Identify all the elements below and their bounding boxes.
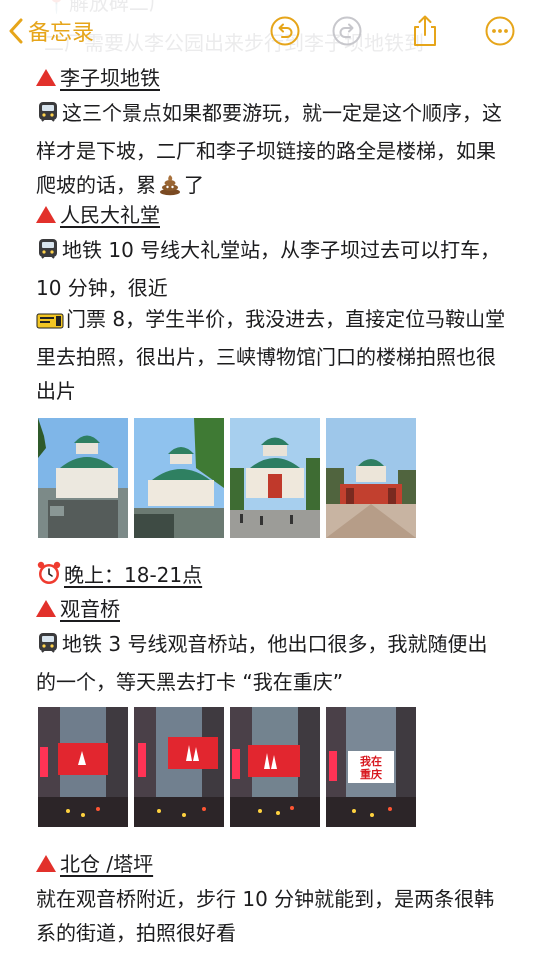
- share-icon: [414, 15, 436, 46]
- great-hall-photo-3[interactable]: [230, 418, 320, 538]
- heading-liziba: 李子坝地铁: [36, 64, 160, 92]
- red-triangle-icon: [36, 206, 56, 223]
- scrolled-line-1: 📍解放碑二厂: [44, 0, 169, 15]
- red-triangle-icon: [36, 69, 56, 86]
- heading-renmin-text: 人民大礼堂: [60, 203, 160, 227]
- more-button[interactable]: [483, 14, 517, 48]
- metro-train-icon: [36, 100, 60, 134]
- heading-evening-text: 晚上：18-21点: [64, 563, 203, 587]
- paragraph-renmin-ticket-text: 门票 8，学生半价，我没进去，直接定位马鞍山堂里去拍照，很出片，三峡博物馆门口的…: [36, 307, 506, 403]
- red-triangle-icon: [36, 600, 56, 617]
- redo-button[interactable]: [330, 14, 364, 48]
- paragraph-guanyin-text: 地铁 3 号线观音桥站，他出口很多，我就随便出的一个，等天黑去打卡 “我在重庆”: [36, 632, 488, 694]
- paragraph-liziba-end: 了: [184, 173, 204, 197]
- heading-guanyin-text: 观音桥: [60, 597, 120, 621]
- heading-liziba-text: 李子坝地铁: [60, 66, 160, 90]
- paragraph-renmin-ticket: 门票 8，学生半价，我没进去，直接定位马鞍山堂里去拍照，很出片，三峡博物馆门口的…: [36, 302, 506, 408]
- more-icon: [485, 16, 515, 46]
- red-triangle-icon: [36, 855, 56, 872]
- back-button[interactable]: 备忘录: [8, 14, 94, 48]
- heading-guanyin: 观音桥: [36, 595, 120, 623]
- heading-renmin: 人民大礼堂: [36, 201, 160, 229]
- guanyinqiao-photo-4[interactable]: 我在 重庆: [326, 707, 416, 827]
- ticket-icon: [36, 306, 64, 340]
- heading-evening: 晚上：18-21点: [36, 560, 202, 593]
- poop-icon: [158, 172, 182, 206]
- great-hall-photo-2[interactable]: [134, 418, 224, 538]
- billboard-text-line-2: 重庆: [360, 767, 382, 781]
- scrolled-line-2: 二厂需要从李公园出来步行到李子坝地铁到: [44, 31, 424, 55]
- paragraph-renmin-transport-text: 地铁 10 号线大礼堂站，从李子坝过去可以打车，10 分钟，很近: [36, 238, 501, 300]
- metro-train-icon: [36, 237, 60, 271]
- redo-icon: [332, 16, 362, 46]
- paragraph-beicang-text: 就在观音桥附近，步行 10 分钟就能到，是两条很韩系的街道，拍照很好看: [36, 887, 495, 945]
- guanyinqiao-photo-1[interactable]: [38, 707, 128, 827]
- great-hall-photo-1[interactable]: [38, 418, 128, 538]
- undo-icon: [270, 16, 300, 46]
- paragraph-liziba: 这三个景点如果都要游玩，就一定是这个顺序，这样才是下坡，二厂和李子坝链接的路全是…: [36, 96, 506, 206]
- paragraph-liziba-text: 这三个景点如果都要游玩，就一定是这个顺序，这样才是下坡，二厂和李子坝链接的路全是…: [36, 101, 502, 197]
- heading-beicang: 北仓 /塔坪: [36, 850, 153, 878]
- paragraph-beicang: 就在观音桥附近，步行 10 分钟就能到，是两条很韩系的街道，拍照很好看: [36, 882, 506, 950]
- metro-train-icon: [36, 631, 60, 665]
- heading-beicang-text: 北仓 /塔坪: [60, 852, 154, 876]
- photo-row-great-hall: [38, 418, 416, 538]
- chevron-left-icon: [9, 18, 23, 44]
- great-hall-photo-4[interactable]: [326, 418, 416, 538]
- alarm-clock-icon: [36, 560, 62, 593]
- photo-row-guanyinqiao: 我在 重庆: [38, 707, 416, 827]
- billboard-text-line-1: 我在: [360, 754, 382, 768]
- share-button[interactable]: [408, 14, 442, 48]
- navigation-bar: 📍解放碑二厂 二厂需要从李公园出来步行到李子坝地铁到 备忘录: [0, 0, 540, 64]
- guanyinqiao-photo-2[interactable]: [134, 707, 224, 827]
- back-label: 备忘录: [28, 21, 95, 46]
- paragraph-guanyin: 地铁 3 号线观音桥站，他出口很多，我就随便出的一个，等天黑去打卡 “我在重庆”: [36, 627, 506, 699]
- paragraph-renmin-transport: 地铁 10 号线大礼堂站，从李子坝过去可以打车，10 分钟，很近: [36, 233, 506, 305]
- undo-button[interactable]: [268, 14, 302, 48]
- guanyinqiao-photo-3[interactable]: [230, 707, 320, 827]
